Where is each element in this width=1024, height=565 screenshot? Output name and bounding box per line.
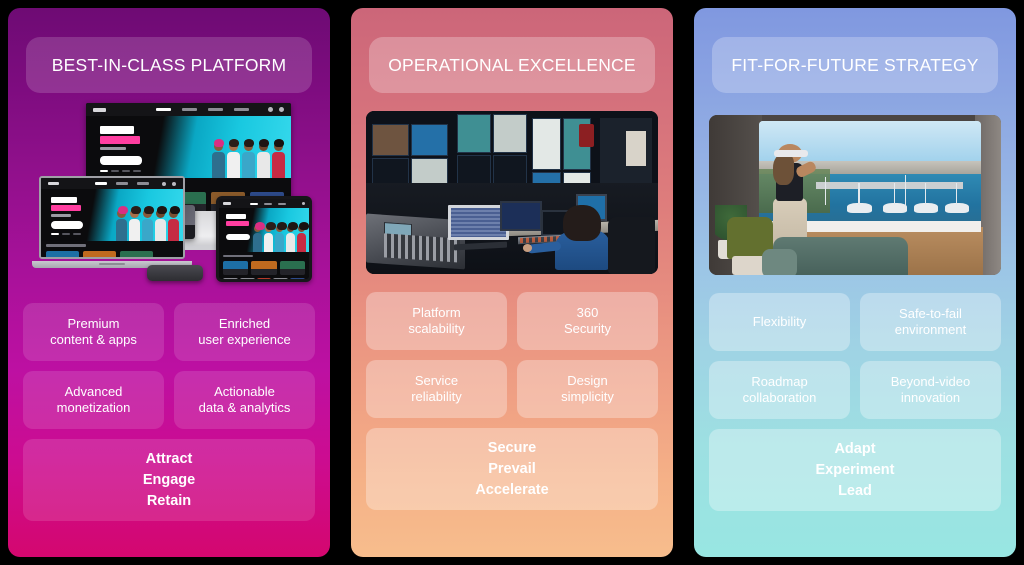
chip-label: Actionable data & analytics: [198, 384, 291, 415]
chip-enriched-user-experience[interactable]: Enriched user experience: [174, 303, 315, 361]
column-header-platform: BEST-IN-CLASS PLATFORM: [26, 37, 312, 93]
chip-premium-content-apps[interactable]: Premium content & apps: [23, 303, 164, 361]
tv-navbar: [86, 103, 291, 116]
carousel-dots[interactable]: [100, 170, 141, 172]
control-room-operator: [522, 204, 611, 271]
strategy-vr-image: [709, 115, 1001, 275]
chip-label: Platform scalability: [408, 305, 465, 336]
platform-chip-grid: Premium content & apps Enriched user exp…: [23, 303, 315, 429]
pillar-column-operations: OPERATIONAL EXCELLENCE Platform scalabil…: [351, 8, 673, 557]
office-chair: [608, 217, 656, 274]
hero-cast-photo: [212, 139, 285, 178]
set-top-box-device: [147, 265, 203, 281]
outcome-text: Attract Engage Retain: [142, 450, 196, 509]
chip-actionable-data-analytics[interactable]: Actionable data & analytics: [174, 371, 315, 429]
column-header-title: FIT-FOR-FUTURE STRATEGY: [731, 54, 979, 75]
on-air-light-icon: [579, 124, 594, 147]
editing-monitor: [500, 200, 543, 231]
platform-device-mockup-image: [19, 103, 319, 285]
control-room-photo: [366, 111, 658, 274]
chip-label: Safe-to-fail environment: [894, 306, 967, 337]
pillar-column-strategy: FIT-FOR-FUTURE STRATEGY Flexibility Safe…: [694, 8, 1016, 557]
chip-advanced-monetization[interactable]: Advanced monetization: [23, 371, 164, 429]
outcome-text: Adapt Experiment Lead: [815, 440, 895, 499]
watch-now-button[interactable]: [100, 156, 142, 165]
platform-outcome-block: Attract Engage Retain: [23, 439, 315, 521]
column-header-strategy: FIT-FOR-FUTURE STRATEGY: [712, 37, 998, 93]
strategy-chip-grid: Flexibility Safe-to-fail environment Roa…: [709, 293, 1001, 419]
three-pillar-board: BEST-IN-CLASS PLATFORM Premium content &…: [0, 0, 1024, 565]
laptop-device: [32, 176, 192, 268]
chip-label: Enriched user experience: [198, 316, 291, 347]
strategy-outcome-block: Adapt Experiment Lead: [709, 429, 1001, 511]
pillar-column-platform: BEST-IN-CLASS PLATFORM Premium content &…: [8, 8, 330, 557]
chip-label: Beyond-video innovation: [890, 374, 971, 405]
chip-label: Flexibility: [752, 314, 807, 329]
nav-link: [208, 108, 223, 111]
column-header-title: BEST-IN-CLASS PLATFORM: [51, 54, 287, 75]
chip-platform-scalability[interactable]: Platform scalability: [366, 292, 507, 350]
hero-title-art: [100, 126, 140, 150]
brand-logo-icon: [93, 107, 106, 112]
column-header-operations: OPERATIONAL EXCELLENCE: [369, 37, 655, 93]
chip-label: Advanced monetization: [56, 384, 131, 415]
tablet-device: [216, 196, 312, 282]
nav-link: [182, 108, 197, 111]
chip-label: Premium content & apps: [50, 316, 137, 347]
chip-safe-to-fail-environment[interactable]: Safe-to-fail environment: [860, 293, 1001, 351]
vr-living-room-photo: [709, 115, 1001, 275]
column-header-title: OPERATIONAL EXCELLENCE: [388, 54, 636, 75]
operations-outcome-block: Secure Prevail Accelerate: [366, 428, 658, 510]
chip-label: Design simplicity: [561, 373, 614, 404]
tv-hero-banner: [86, 116, 291, 178]
chip-service-reliability[interactable]: Service reliability: [366, 360, 507, 418]
chip-label: Roadmap collaboration: [742, 374, 817, 405]
device-group: [19, 103, 319, 285]
keyboard: [453, 241, 507, 251]
control-desk: [366, 182, 658, 274]
sofa-armrest: [761, 249, 797, 275]
vr-headset-icon: [773, 149, 808, 157]
chip-roadmap-collaboration[interactable]: Roadmap collaboration: [709, 361, 850, 419]
operations-control-room-image: [366, 111, 658, 274]
chip-label: 360 Security: [564, 305, 611, 336]
search-icon: [268, 107, 273, 112]
tv-nav-icons: [268, 107, 284, 112]
chip-360-security[interactable]: 360 Security: [517, 292, 658, 350]
profile-icon: [279, 107, 284, 112]
tv-nav-links: [156, 108, 249, 111]
chip-beyond-video-innovation[interactable]: Beyond-video innovation: [860, 361, 1001, 419]
wall-notice: [625, 130, 647, 167]
nav-link: [234, 108, 249, 111]
chip-design-simplicity[interactable]: Design simplicity: [517, 360, 658, 418]
chip-flexibility[interactable]: Flexibility: [709, 293, 850, 351]
nav-link: [156, 108, 171, 111]
chip-label: Service reliability: [411, 373, 462, 404]
operations-chip-grid: Platform scalability 360 Security Servic…: [366, 292, 658, 418]
outcome-text: Secure Prevail Accelerate: [475, 439, 549, 498]
